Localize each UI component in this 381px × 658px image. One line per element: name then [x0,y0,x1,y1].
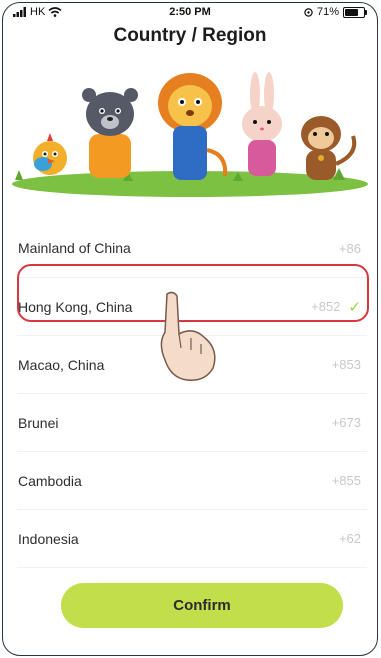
bear-mascot [82,88,138,178]
country-code: +673 [331,415,361,430]
status-bar: HK 2:50 PM 71% [3,3,377,23]
country-code: +62 [338,531,361,546]
location-icon [304,7,313,17]
confirm-button[interactable]: Confirm [61,583,343,628]
rabbit-mascot [242,72,282,176]
country-row[interactable]: Brunei +673 [17,394,367,452]
country-code: +86 [338,240,361,256]
status-right: 71% [304,6,367,18]
tap-hand-icon [160,291,216,381]
page-title: Country / Region [113,25,267,46]
country-code-wrap: +86 [339,241,367,256]
country-code: +855 [331,473,361,488]
battery-icon [343,6,367,18]
country-row[interactable]: Indonesia +62 [17,510,367,568]
country-code-wrap: +855 [332,473,367,488]
country-code-wrap: +673 [332,415,367,430]
mascot-illustration [12,72,368,197]
battery-percent: 71% [316,6,339,18]
country-name: Macao, China [18,356,105,373]
country-name: Indonesia [18,530,79,547]
lion-mascot [158,73,228,180]
country-name: Mainland of China [18,240,131,256]
phone-frame: HK 2:50 PM 71% Country / Region Mainland… [2,2,378,656]
monkey-mascot [301,116,357,180]
country-name: Brunei [18,414,59,431]
country-name: Cambodia [18,472,82,489]
country-row[interactable]: Cambodia +855 [17,452,367,510]
bird-mascot [33,133,67,175]
country-code-wrap: +62 [339,531,367,546]
country-code-wrap: +853 [332,357,367,372]
country-code: +853 [331,357,361,372]
